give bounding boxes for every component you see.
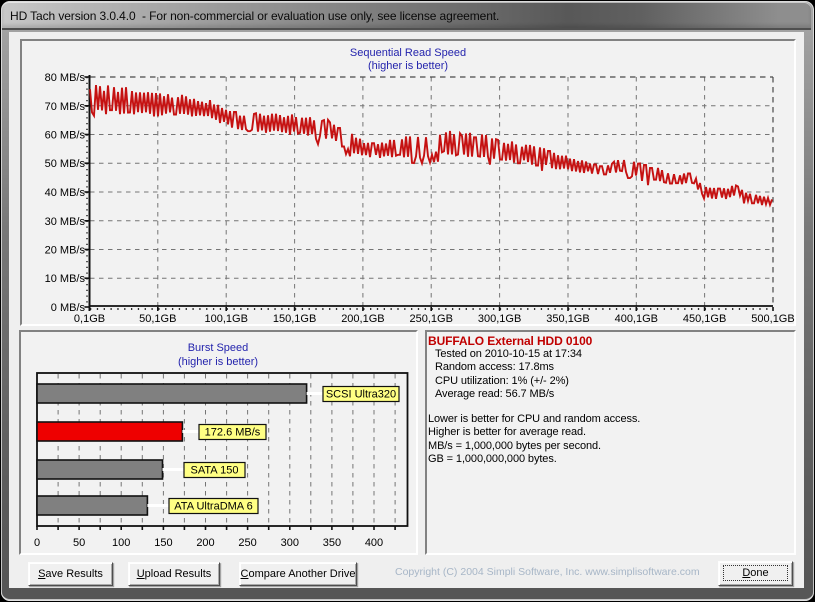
svg-text:450,1GB: 450,1GB: [683, 313, 726, 325]
svg-text:50 MB/s: 50 MB/s: [45, 158, 86, 170]
svg-text:200: 200: [196, 537, 214, 549]
svg-text:100,1GB: 100,1GB: [204, 313, 247, 325]
svg-text:0: 0: [34, 537, 40, 549]
svg-text:350,1GB: 350,1GB: [546, 313, 589, 325]
svg-text:250,1GB: 250,1GB: [409, 313, 452, 325]
svg-text:50,1GB: 50,1GB: [139, 313, 176, 325]
svg-text:150,1GB: 150,1GB: [273, 313, 316, 325]
svg-text:(higher is better): (higher is better): [368, 60, 448, 72]
svg-text:60 MB/s: 60 MB/s: [45, 130, 86, 142]
svg-text:300,1GB: 300,1GB: [478, 313, 521, 325]
svg-text:400,1GB: 400,1GB: [615, 313, 658, 325]
svg-text:0,1GB: 0,1GB: [74, 313, 105, 325]
svg-text:400: 400: [365, 537, 383, 549]
svg-text:SCSI Ultra320: SCSI Ultra320: [326, 389, 396, 401]
svg-text:10 MB/s: 10 MB/s: [45, 273, 86, 285]
svg-text:ATA UltraDMA 6: ATA UltraDMA 6: [174, 501, 252, 513]
svg-text:50: 50: [73, 537, 85, 549]
svg-text:80 MB/s: 80 MB/s: [45, 72, 86, 84]
svg-text:172.6 MB/s: 172.6 MB/s: [205, 427, 261, 439]
svg-text:300: 300: [281, 537, 299, 549]
svg-text:20 MB/s: 20 MB/s: [45, 245, 86, 257]
svg-text:Burst Speed: Burst Speed: [188, 342, 249, 354]
svg-text:200,1GB: 200,1GB: [341, 313, 384, 325]
svg-text:70 MB/s: 70 MB/s: [45, 101, 86, 113]
svg-text:Sequential Read Speed: Sequential Read Speed: [350, 47, 466, 59]
svg-text:100: 100: [112, 537, 130, 549]
svg-text:40 MB/s: 40 MB/s: [45, 187, 86, 199]
svg-text:350: 350: [323, 537, 341, 549]
svg-text:500,1GB: 500,1GB: [751, 313, 794, 325]
svg-text:SATA 150: SATA 150: [191, 465, 239, 477]
svg-text:30 MB/s: 30 MB/s: [45, 216, 86, 228]
svg-text:150: 150: [154, 537, 172, 549]
svg-text:(higher is better): (higher is better): [178, 356, 258, 368]
svg-text:250: 250: [238, 537, 256, 549]
